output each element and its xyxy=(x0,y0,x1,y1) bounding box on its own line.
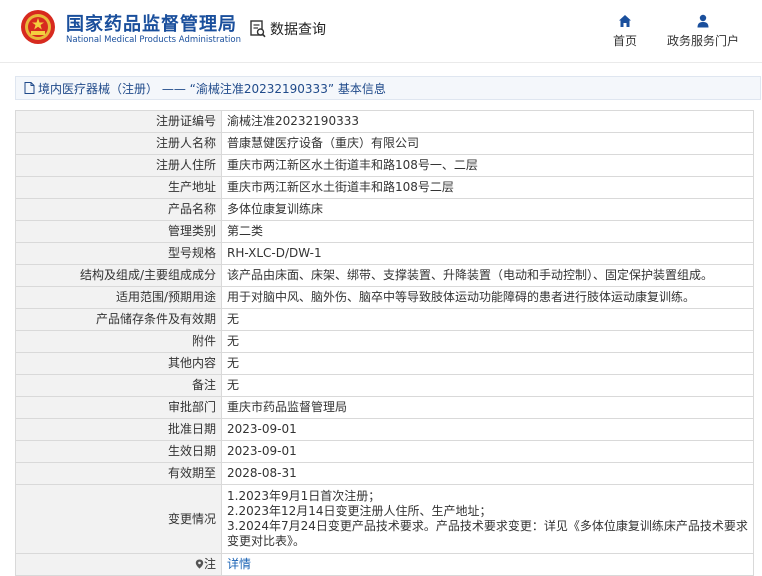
change-line: 3.2024年7月24日变更产品技术要求。产品技术要求变更：详见《多体位康复训练… xyxy=(227,519,748,548)
field-label: 备注 xyxy=(15,374,222,397)
table-row: 注册人住所 重庆市两江新区水土街道丰和路108号一、二层 xyxy=(15,154,754,177)
note-value-cell: 详情 xyxy=(221,553,754,576)
national-emblem-icon xyxy=(21,10,55,44)
field-value-storage: 无 xyxy=(221,308,754,331)
field-value-model: RH-XLC-D/DW-1 xyxy=(221,242,754,265)
table-row: 产品储存条件及有效期 无 xyxy=(15,308,754,331)
search-document-icon xyxy=(250,20,266,38)
site-header: 国家药品监督管理局 National Medical Products Admi… xyxy=(0,0,762,62)
field-value-production-address: 重庆市两江新区水土街道丰和路108号二层 xyxy=(221,176,754,199)
change-line: 2.2023年12月14日变更注册人住所、生产地址； xyxy=(227,504,492,518)
field-value-registrant: 普康慧健医疗设备（重庆）有限公司 xyxy=(221,132,754,155)
table-row: 结构及组成/主要组成成分 该产品由床面、床架、绑带、支撑装置、升降装置（电动和手… xyxy=(15,264,754,287)
field-value-changes: 1.2023年9月1日首次注册； 2.2023年12月14日变更注册人住所、生产… xyxy=(221,484,754,554)
table-row: 注册人名称 普康慧健医疗设备（重庆）有限公司 xyxy=(15,132,754,155)
table-row: 注 详情 xyxy=(15,553,754,576)
table-row: 批准日期 2023-09-01 xyxy=(15,418,754,441)
field-value-attachment: 无 xyxy=(221,330,754,353)
data-query-label: 数据查询 xyxy=(270,22,326,38)
nav-service-portal[interactable]: 政务服务门户 xyxy=(667,14,739,49)
field-value-registrant-address: 重庆市两江新区水土街道丰和路108号一、二层 xyxy=(221,154,754,177)
field-value-effective-date: 2023-09-01 xyxy=(221,440,754,463)
field-label: 生效日期 xyxy=(15,440,222,463)
table-row: 生产地址 重庆市两江新区水土街道丰和路108号二层 xyxy=(15,176,754,199)
field-value-remark: 无 xyxy=(221,374,754,397)
table-row: 变更情况 1.2023年9月1日首次注册； 2.2023年12月14日变更注册人… xyxy=(15,484,754,554)
header-divider xyxy=(0,62,762,63)
table-row: 注册证编号 渝械注准20232190333 xyxy=(15,110,754,133)
field-label: 适用范围/预期用途 xyxy=(15,286,222,309)
field-value-category: 第二类 xyxy=(221,220,754,243)
table-row: 附件 无 xyxy=(15,330,754,353)
field-label: 结构及组成/主要组成成分 xyxy=(15,264,222,287)
table-row: 备注 无 xyxy=(15,374,754,397)
nav-home-label: 首页 xyxy=(613,34,638,48)
table-row: 其他内容 无 xyxy=(15,352,754,375)
user-icon xyxy=(697,14,709,28)
document-icon xyxy=(24,82,35,94)
table-row: 管理类别 第二类 xyxy=(15,220,754,243)
field-label: 注册证编号 xyxy=(15,110,222,133)
breadcrumb-text: 境内医疗器械（注册） —— “渝械注准20232190333” 基本信息 xyxy=(38,81,386,96)
agency-name-english: National Medical Products Administration xyxy=(66,35,241,45)
field-label: 批准日期 xyxy=(15,418,222,441)
field-label: 型号规格 xyxy=(15,242,222,265)
field-label: 注册人名称 xyxy=(15,132,222,155)
field-label: 注册人住所 xyxy=(15,154,222,177)
note-label-cell: 注 xyxy=(15,553,222,576)
field-value-scope: 用于对脑中风、脑外伤、脑卒中等导致肢体运动功能障碍的患者进行肢体运动康复训练。 xyxy=(221,286,754,309)
table-row: 有效期至 2028-08-31 xyxy=(15,462,754,485)
field-label: 产品名称 xyxy=(15,198,222,221)
nav-service-portal-label: 政务服务门户 xyxy=(667,34,740,48)
field-label: 附件 xyxy=(15,330,222,353)
field-value-reg-no: 渝械注准20232190333 xyxy=(221,110,754,133)
table-row: 产品名称 多体位康复训练床 xyxy=(15,198,754,221)
field-label: 其他内容 xyxy=(15,352,222,375)
field-value-expiry: 2028-08-31 xyxy=(221,462,754,485)
agency-name: 国家药品监督管理局 xyxy=(66,14,237,35)
field-value-approval-dept: 重庆市药品监督管理局 xyxy=(221,396,754,419)
field-value-structure: 该产品由床面、床架、绑带、支撑装置、升降装置（电动和手动控制）、固定保护装置组成… xyxy=(221,264,754,287)
field-label: 有效期至 xyxy=(15,462,222,485)
field-label: 管理类别 xyxy=(15,220,222,243)
nav-home[interactable]: 首页 xyxy=(613,14,637,49)
note-label: 注 xyxy=(203,557,216,571)
field-value-product-name: 多体位康复训练床 xyxy=(221,198,754,221)
field-label: 产品储存条件及有效期 xyxy=(15,308,222,331)
data-query-link[interactable]: 数据查询 xyxy=(250,18,326,40)
home-icon xyxy=(619,15,631,27)
table-row: 型号规格 RH-XLC-D/DW-1 xyxy=(15,242,754,265)
field-label: 变更情况 xyxy=(15,484,222,554)
field-label: 生产地址 xyxy=(15,176,222,199)
field-value-other: 无 xyxy=(221,352,754,375)
table-row: 审批部门 重庆市药品监督管理局 xyxy=(15,396,754,419)
change-line: 1.2023年9月1日首次注册； xyxy=(227,489,381,503)
table-row: 适用范围/预期用途 用于对脑中风、脑外伤、脑卒中等导致肢体运动功能障碍的患者进行… xyxy=(15,286,754,309)
details-link[interactable]: 详情 xyxy=(227,557,251,571)
field-value-approval-date: 2023-09-01 xyxy=(221,418,754,441)
breadcrumb: 境内医疗器械（注册） —— “渝械注准20232190333” 基本信息 xyxy=(15,76,761,100)
field-label: 审批部门 xyxy=(15,396,222,419)
device-info-table: 注册证编号 渝械注准20232190333 注册人名称 普康慧健医疗设备（重庆）… xyxy=(15,110,754,576)
table-row: 生效日期 2023-09-01 xyxy=(15,440,754,463)
